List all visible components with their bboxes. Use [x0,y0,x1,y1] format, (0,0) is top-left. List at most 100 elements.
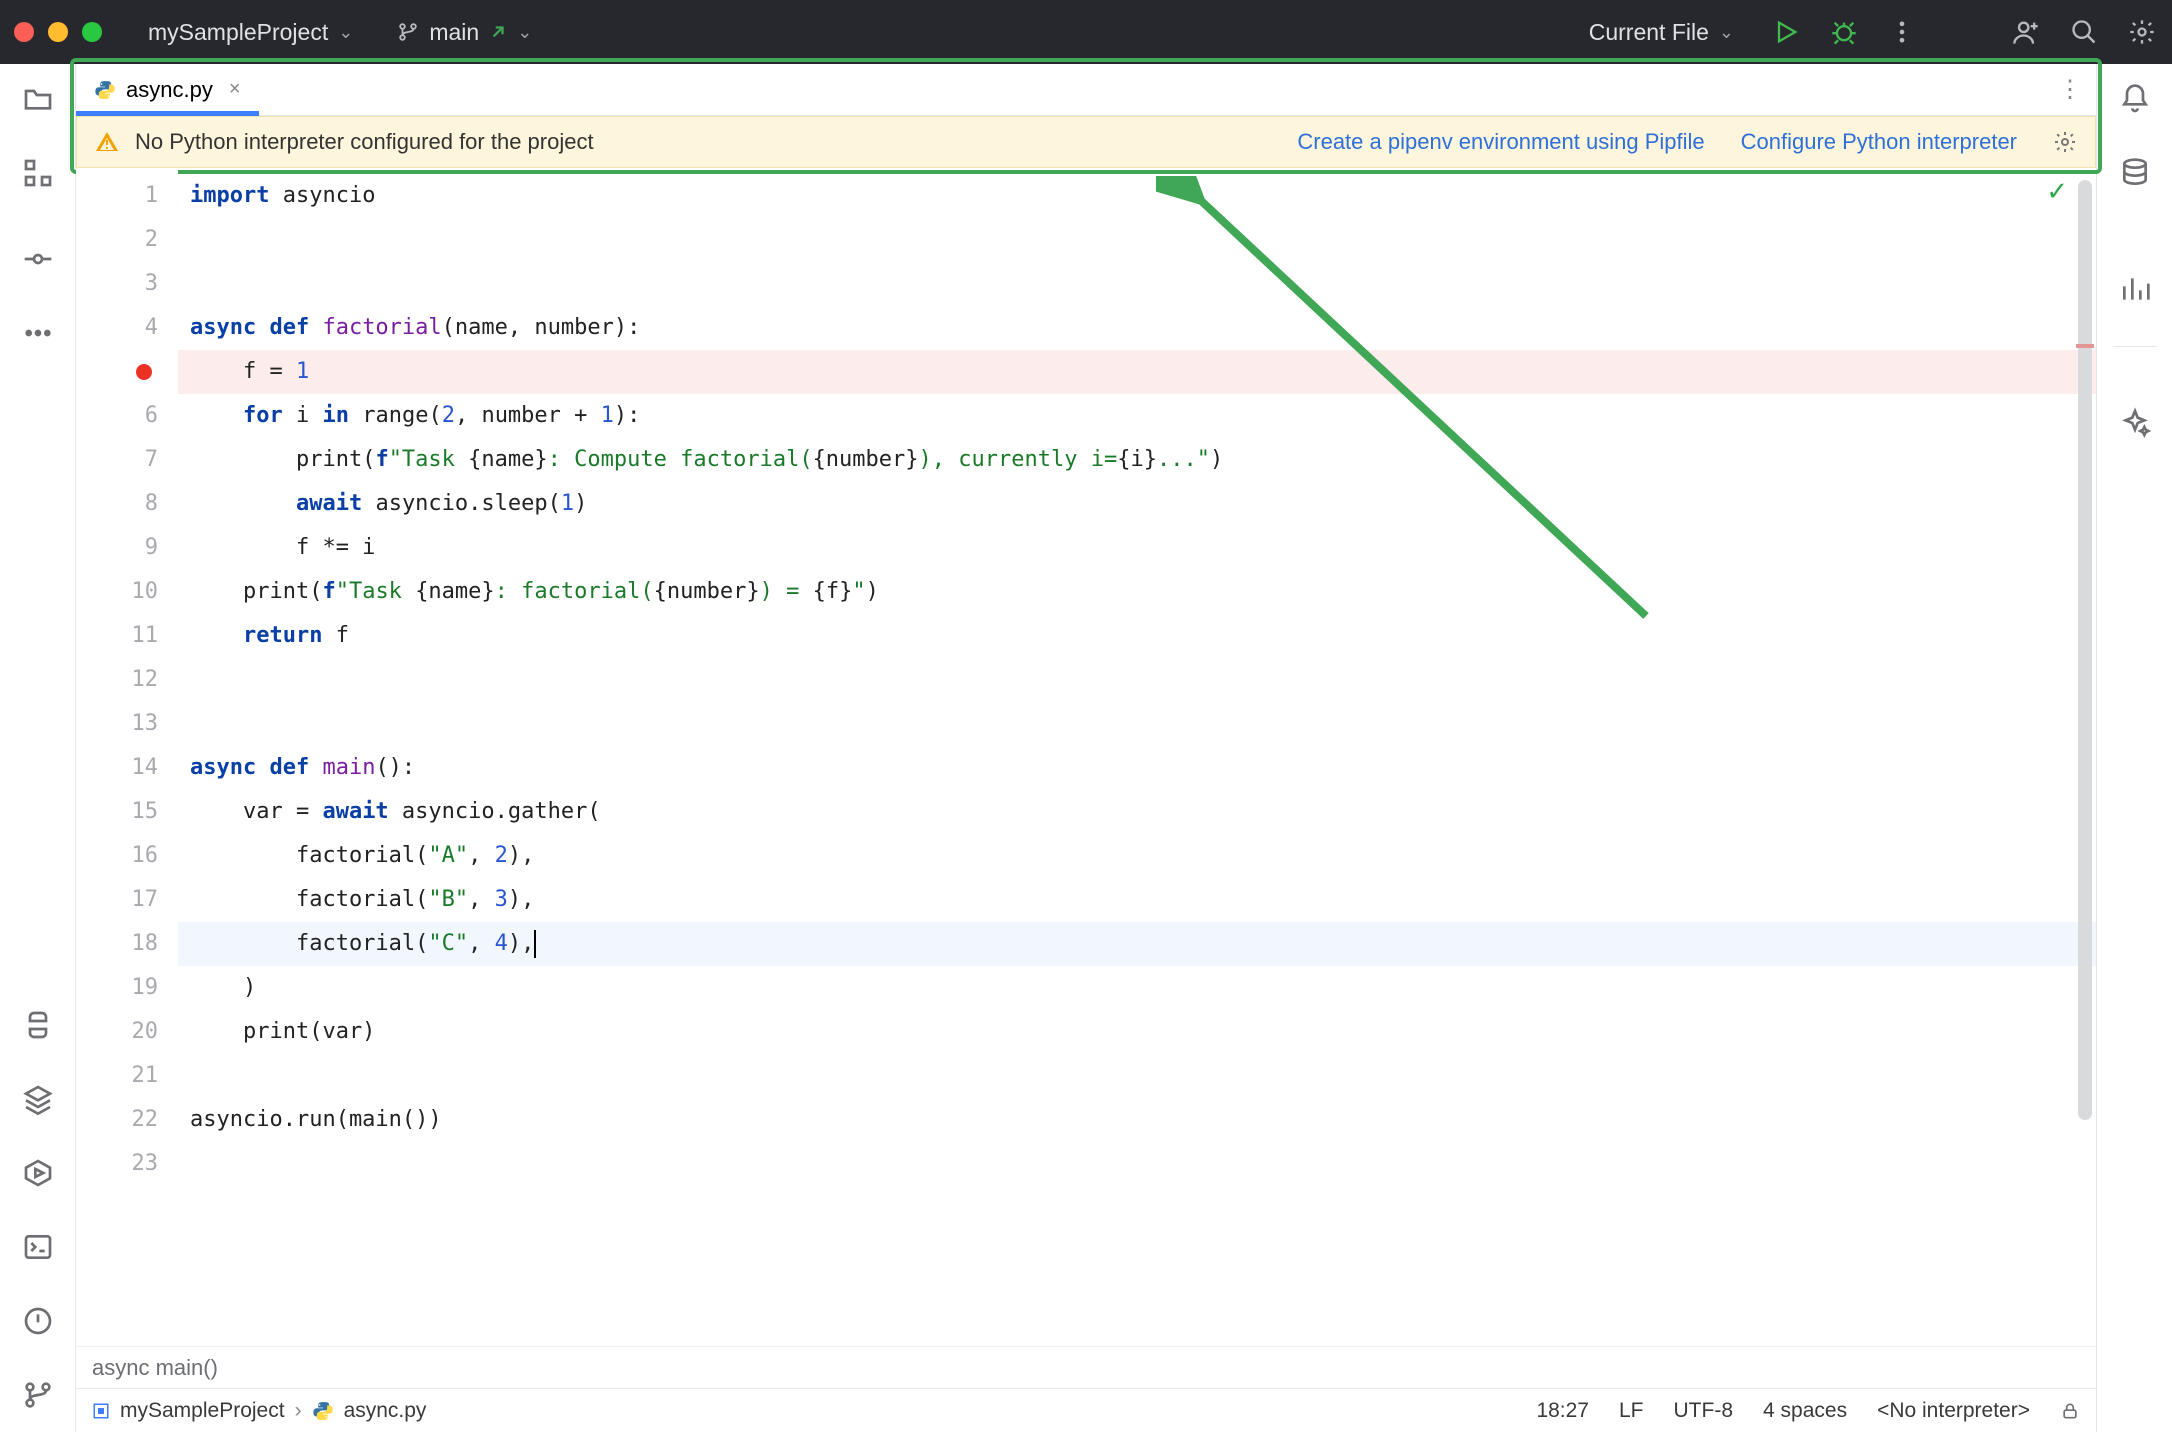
line-number[interactable]: 16 [82,834,158,878]
code-line[interactable]: async def main(): [178,746,2096,790]
notifications-button[interactable] [2114,78,2156,120]
editor-tab[interactable]: async.py × [76,64,259,115]
structure-tool-button[interactable] [17,152,59,194]
line-number[interactable]: 10 [82,570,158,614]
code-line[interactable]: factorial("A", 2), [178,834,2096,878]
banner-settings-button[interactable] [2053,130,2077,154]
more-actions-button[interactable] [1886,16,1918,48]
vcs-branch-selector[interactable]: main ⌄ [387,15,542,50]
code-line[interactable]: print(var) [178,1010,2096,1054]
maximize-window-icon[interactable] [82,22,102,42]
code-line[interactable]: print(f"Task {name}: Compute factorial({… [178,438,2096,482]
code-line[interactable] [178,1142,2096,1186]
coverage-button[interactable] [2114,268,2156,310]
run-config-label: Current File [1589,19,1709,46]
code-area[interactable]: import asyncio async def factorial(name,… [178,168,2096,1346]
file-encoding[interactable]: UTF-8 [1674,1399,1734,1423]
line-number[interactable]: 18 [82,922,158,966]
gear-icon [2128,18,2156,46]
close-window-icon[interactable] [14,22,34,42]
close-tab-icon[interactable]: × [229,78,241,101]
code-line[interactable]: for i in range(2, number + 1): [178,394,2096,438]
code-editor[interactable]: 123467891011121314151617181920212223 imp… [76,168,2096,1346]
code-line[interactable] [178,218,2096,262]
code-with-me-button[interactable] [2010,16,2042,48]
project-selector[interactable]: mySampleProject ⌄ [138,15,363,50]
more-tool-button[interactable] [17,312,59,354]
code-line[interactable]: import asyncio [178,174,2096,218]
breadcrumb-inlay[interactable]: async main() [76,1346,2096,1388]
code-line[interactable] [178,658,2096,702]
line-number[interactable]: 22 [82,1098,158,1142]
search-everywhere-button[interactable] [2068,16,2100,48]
layers-icon [22,1083,54,1115]
status-bar: mySampleProject › async.py 18:27 LF UTF-… [76,1388,2096,1432]
line-separator[interactable]: LF [1619,1399,1644,1423]
database-button[interactable] [2114,152,2156,194]
line-number[interactable]: 11 [82,614,158,658]
line-number[interactable]: 4 [82,306,158,350]
line-number[interactable]: 21 [82,1054,158,1098]
line-number[interactable]: 15 [82,790,158,834]
terminal-button[interactable] [17,1226,59,1268]
line-number[interactable]: 3 [82,262,158,306]
code-line[interactable]: f *= i [178,526,2096,570]
line-number[interactable]: 7 [82,438,158,482]
error-stripe[interactable] [2076,234,2094,434]
line-number[interactable]: 23 [82,1142,158,1186]
navigation-breadcrumb[interactable]: mySampleProject › async.py [92,1399,426,1423]
code-line[interactable] [178,1054,2096,1098]
code-line[interactable] [178,702,2096,746]
code-line[interactable]: factorial("B", 3), [178,878,2096,922]
line-number[interactable]: 9 [82,526,158,570]
code-line[interactable]: await asyncio.sleep(1) [178,482,2096,526]
problems-button[interactable] [17,1300,59,1342]
python-packages-button[interactable] [17,1078,59,1120]
code-line[interactable] [178,262,2096,306]
line-number[interactable]: 1 [82,174,158,218]
editor-gutter[interactable]: 123467891011121314151617181920212223 [76,168,178,1346]
minimize-window-icon[interactable] [48,22,68,42]
run-config-selector[interactable]: Current File ⌄ [1579,15,1744,50]
caret-position[interactable]: 18:27 [1536,1399,1589,1423]
line-number[interactable]: 2 [82,218,158,262]
code-line[interactable]: print(f"Task {name}: factorial({number})… [178,570,2096,614]
stripe-mark[interactable] [2076,344,2094,348]
interpreter-status[interactable]: <No interpreter> [1877,1399,2030,1423]
readonly-toggle[interactable] [2060,1401,2080,1421]
line-number[interactable]: 14 [82,746,158,790]
line-number[interactable]: 6 [82,394,158,438]
line-number[interactable]: 17 [82,878,158,922]
bars-icon [2119,273,2151,305]
project-tool-button[interactable] [17,78,59,120]
code-line[interactable]: ) [178,966,2096,1010]
inspection-ok-icon[interactable]: ✓ [2046,176,2068,207]
lock-icon [2060,1401,2080,1421]
code-line[interactable]: factorial("C", 4), [178,922,2096,966]
breakpoint-marker[interactable] [82,350,158,394]
line-number[interactable]: 20 [82,1010,158,1054]
code-line[interactable]: var = await asyncio.gather( [178,790,2096,834]
line-number[interactable]: 13 [82,702,158,746]
create-pipenv-link[interactable]: Create a pipenv environment using Pipfil… [1297,129,1704,155]
commit-tool-button[interactable] [17,238,59,280]
line-number[interactable]: 19 [82,966,158,1010]
line-number[interactable]: 12 [82,658,158,702]
python-console-button[interactable] [17,1004,59,1046]
tab-filename: async.py [126,77,213,103]
ai-assistant-button[interactable] [2114,402,2156,444]
line-number[interactable]: 8 [82,482,158,526]
run-button[interactable] [1770,16,1802,48]
code-line[interactable]: f = 1 [178,350,2096,394]
configure-interpreter-link[interactable]: Configure Python interpreter [1741,129,2017,155]
code-line[interactable]: asyncio.run(main()) [178,1098,2096,1142]
vcs-button[interactable] [17,1374,59,1416]
tab-options-button[interactable]: ⋮ [2058,64,2096,115]
debug-button[interactable] [1828,16,1860,48]
settings-button[interactable] [2126,16,2158,48]
indent-setting[interactable]: 4 spaces [1763,1399,1847,1423]
code-line[interactable]: async def factorial(name, number): [178,306,2096,350]
services-button[interactable] [17,1152,59,1194]
code-line[interactable]: return f [178,614,2096,658]
editor-tabs: async.py × ⋮ [76,64,2096,116]
